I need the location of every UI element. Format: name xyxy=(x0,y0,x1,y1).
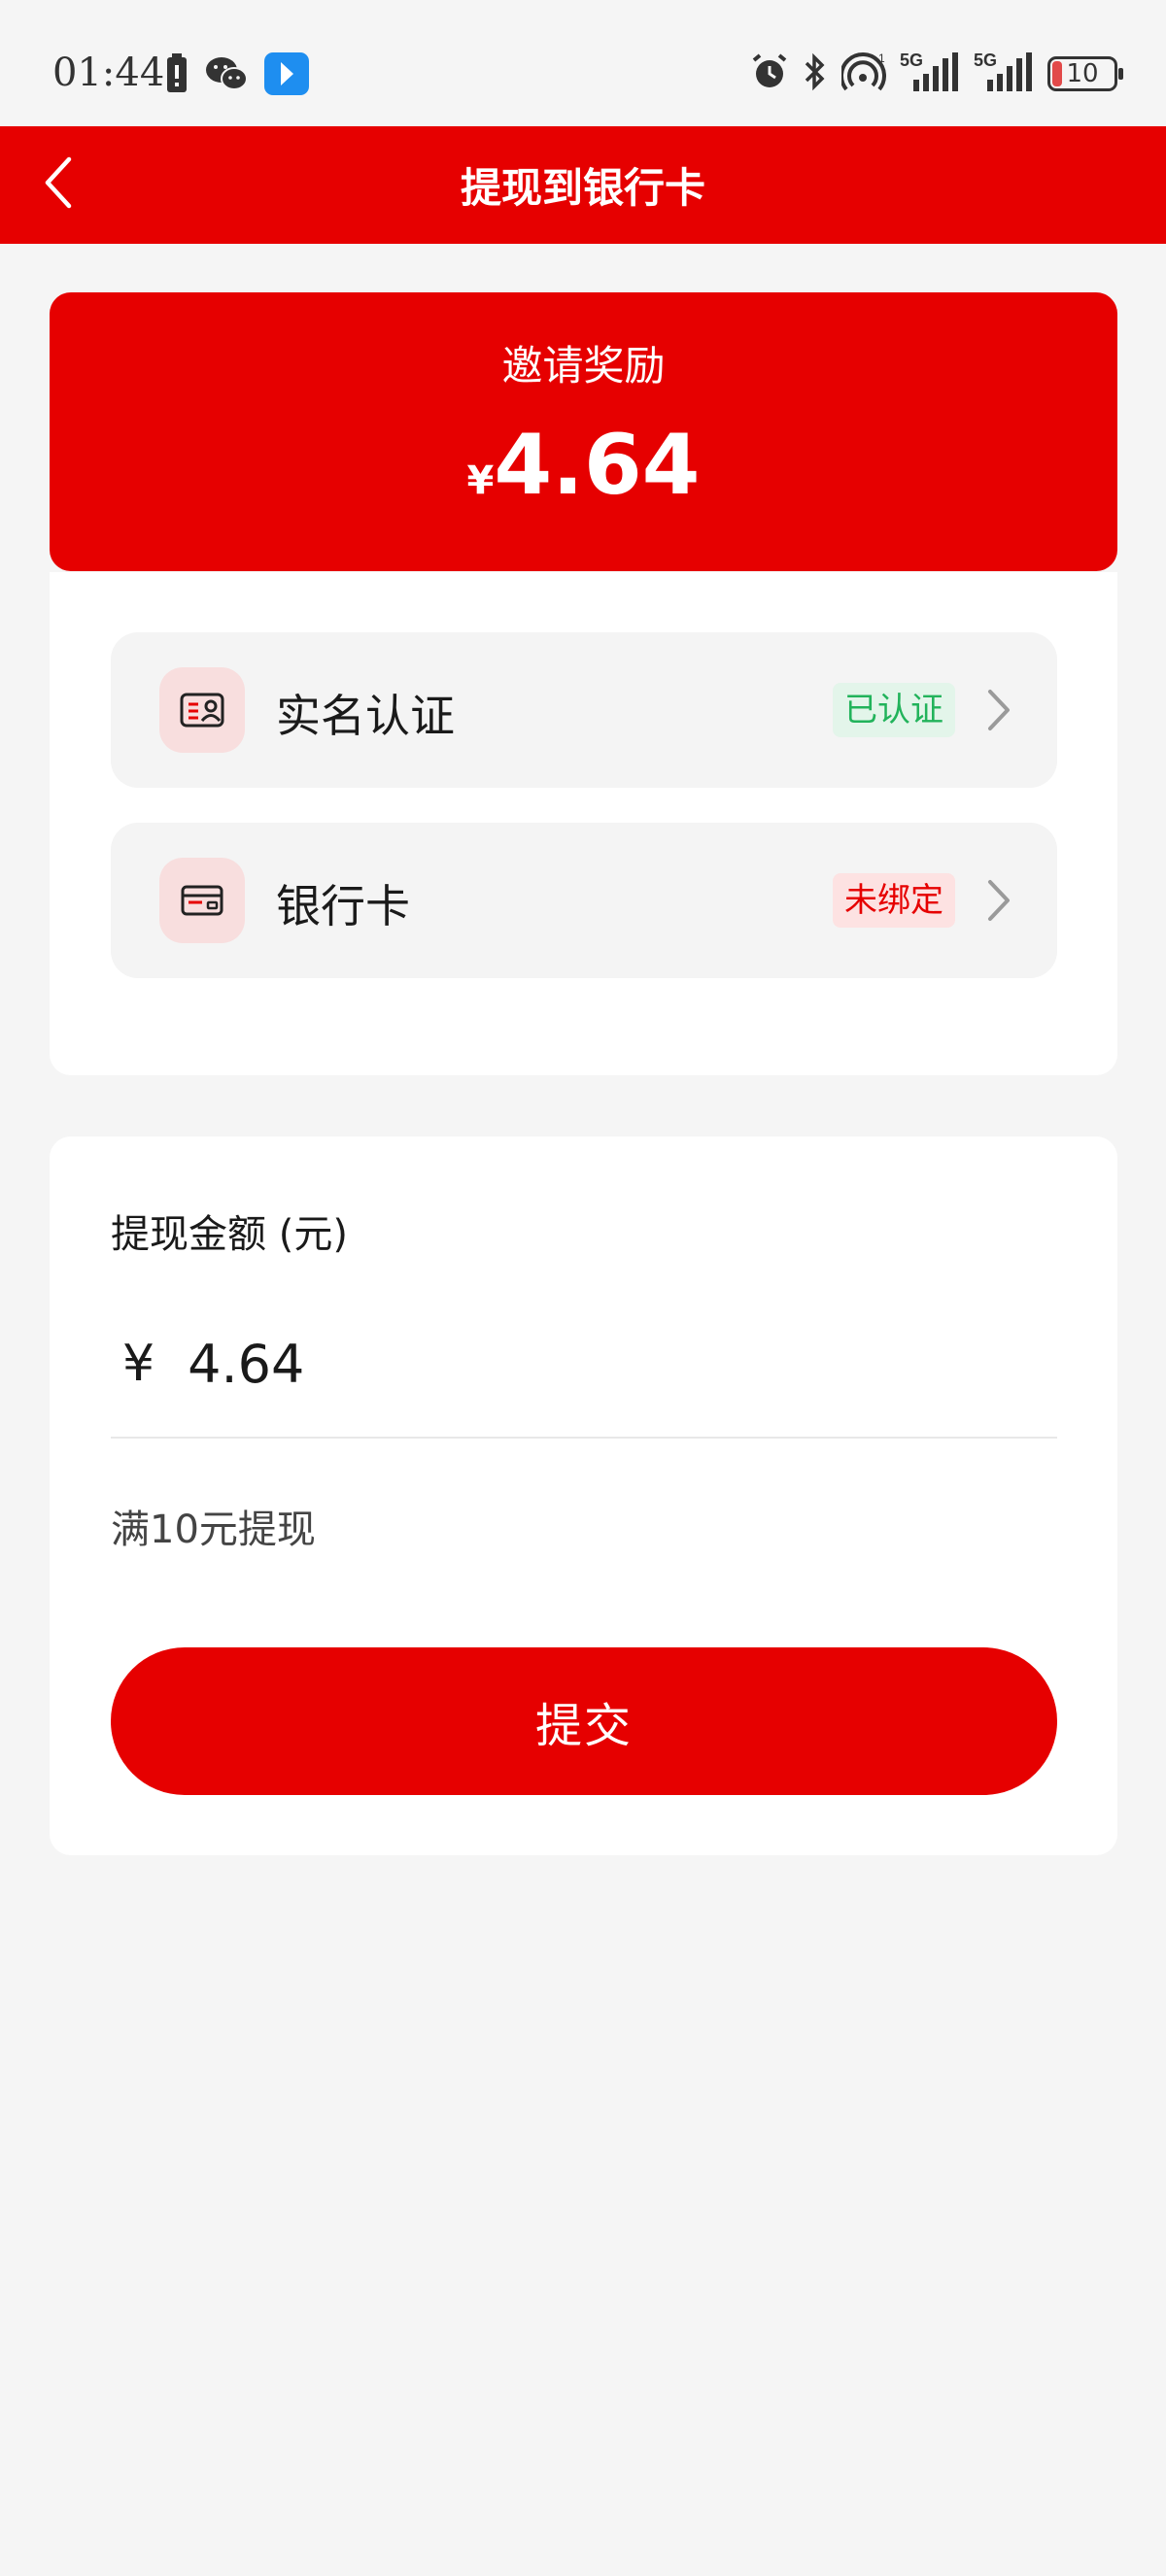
withdraw-amount-input[interactable]: ¥ 4.64 xyxy=(111,1321,1057,1407)
notification-icons xyxy=(165,52,309,99)
submit-button[interactable]: 提交 xyxy=(111,1647,1057,1795)
status-bar: 01:44 1 5G 5G 10 xyxy=(0,0,1166,126)
system-icons: 1 5G 5G 10 xyxy=(750,51,1123,97)
chevron-right-icon xyxy=(984,876,1013,929)
network-label-1: 5G xyxy=(900,51,923,70)
app-icon xyxy=(264,52,309,99)
hotspot-icon: 1 xyxy=(840,51,886,95)
status-badge-unbound: 未绑定 xyxy=(833,873,955,928)
reward-label: 邀请奖励 xyxy=(501,342,666,390)
alarm-icon xyxy=(750,52,789,95)
withdraw-amount-title: 提现金额 (元) xyxy=(111,1212,348,1257)
withdraw-card: 提现金额 (元) ¥ 4.64 满10元提现 提交 xyxy=(50,1136,1117,1855)
svg-text:1: 1 xyxy=(878,52,885,65)
id-card-icon xyxy=(159,667,245,753)
row-bank-card[interactable]: 银行卡 未绑定 xyxy=(111,823,1057,978)
chevron-right-icon xyxy=(984,686,1013,738)
reward-value: 4.64 xyxy=(494,417,701,514)
battery-level: 10 xyxy=(1066,59,1099,88)
amount-value[interactable]: 4.64 xyxy=(188,1334,304,1395)
bank-card-icon xyxy=(159,858,245,943)
row-label: 银行卡 xyxy=(276,880,410,932)
battery-alert-icon xyxy=(165,53,189,98)
amount-currency: ¥ xyxy=(122,1335,155,1393)
reward-card: 邀请奖励 ¥4.64 xyxy=(50,292,1117,571)
row-real-name-verification[interactable]: 实名认证 已认证 xyxy=(111,632,1057,788)
verification-card: 实名认证 已认证 银行卡 未绑定 xyxy=(50,572,1117,1075)
divider xyxy=(111,1437,1057,1439)
signal-5g-icon: 5G xyxy=(974,51,1034,97)
row-label: 实名认证 xyxy=(276,690,455,742)
status-time: 01:44 xyxy=(52,51,165,95)
app-header: 提现到银行卡 xyxy=(0,126,1166,244)
withdraw-hint: 满10元提现 xyxy=(111,1508,316,1552)
signal-5g-icon: 5G xyxy=(900,51,960,97)
reward-amount: ¥4.64 xyxy=(50,417,1117,514)
reward-currency: ¥ xyxy=(466,458,495,503)
network-label-2: 5G xyxy=(974,51,997,70)
bluetooth-icon xyxy=(803,52,828,95)
status-badge-verified: 已认证 xyxy=(833,683,955,737)
page-title: 提现到银行卡 xyxy=(460,164,705,212)
wechat-icon xyxy=(204,54,249,97)
battery-icon: 10 xyxy=(1047,56,1123,91)
